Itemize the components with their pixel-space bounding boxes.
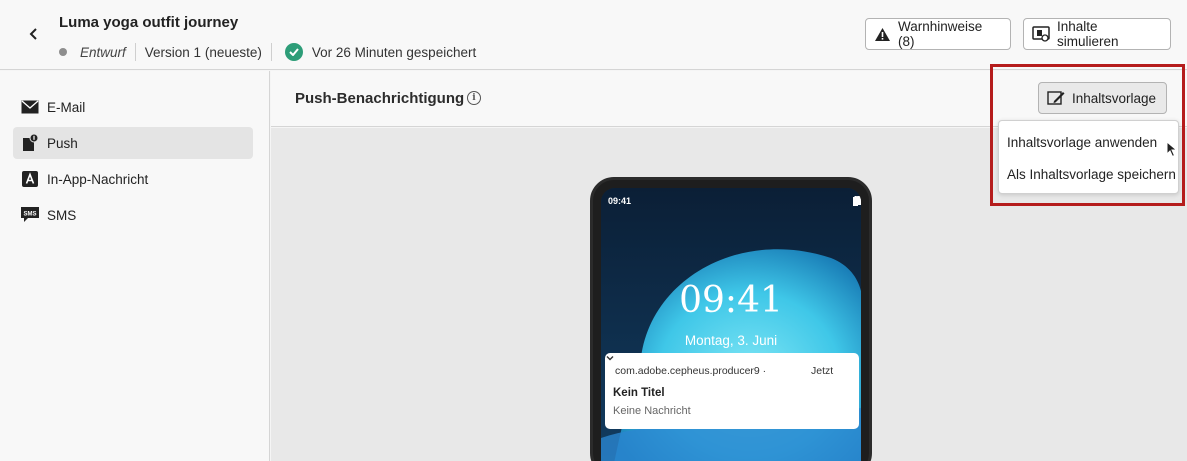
warnings-button[interactable]: Warnhinweise (8) [865,18,1011,50]
template-edit-icon [1047,90,1065,106]
sidebar-item-in-app[interactable]: In-App-Nachricht [13,163,253,195]
svg-text:SMS: SMS [23,212,36,218]
divider [134,43,136,61]
saved-text: Vor 26 Minuten gespeichert [311,44,477,60]
warnings-label: Warnhinweise (8) [898,19,983,49]
top-header: Luma yoga outfit journey Entwurf Version… [0,0,1187,70]
battery-icon [853,196,858,206]
sidebar-item-email[interactable]: E-Mail [13,91,253,123]
journey-meta: Entwurf Version 1 (neueste) Vor 26 Minut… [59,43,476,61]
mouse-cursor-icon [1166,141,1178,158]
lockscreen-clock: 09:41 [679,280,783,321]
lock-screen: 09:41 09:41 Montag, 3. Juni com.adobe.ce… [601,188,861,461]
sidebar-item-label: In-App-Nachricht [47,171,149,187]
channel-sidebar: E-Mail Push In-App-Nachricht SMS SMS [0,71,270,461]
push-notification-card[interactable]: com.adobe.cepheus.producer9 · Jetzt Kein… [605,353,859,429]
journey-title: Luma yoga outfit journey [59,14,239,31]
check-circle-icon [284,43,303,61]
push-icon [21,134,39,152]
status-dot [59,48,67,56]
back-button[interactable] [24,24,44,44]
notification-title: Kein Titel [613,387,665,399]
simulate-label: Inhalte simulieren [1057,19,1119,49]
phone-preview: 09:41 09:41 Montag, 3. Juni com.adobe.ce… [590,177,872,461]
template-menu: Inhaltsvorlage anwenden Als Inhaltsvorla… [998,120,1179,194]
template-label: Inhaltsvorlage [1072,90,1157,106]
menu-item-apply-template[interactable]: Inhaltsvorlage anwenden [1007,135,1157,150]
statusbar-time: 09:41 [608,196,632,206]
sidebar-item-label: Push [47,135,78,151]
lockscreen-date: Montag, 3. Juni [684,333,778,348]
sidebar-item-label: E-Mail [47,99,86,115]
simulate-icon [1032,26,1050,42]
version-text: Version 1 (neueste) [144,44,262,60]
sidebar-item-label: SMS [47,207,77,223]
in-app-icon [21,170,39,188]
page-title: Push-Benachrichtigung [295,90,465,107]
notification-time: Jetzt [811,365,834,377]
menu-item-save-template[interactable]: Als Inhaltsvorlage speichern [1007,167,1176,182]
mail-icon [21,98,39,116]
sidebar-item-sms[interactable]: SMS SMS [13,199,253,231]
notification-body: Keine Nachricht [613,405,691,417]
chevron-down-icon [606,356,614,361]
divider [270,43,272,61]
content-template-button[interactable]: Inhaltsvorlage [1038,82,1167,114]
notification-app: com.adobe.cepheus.producer9 · [615,365,767,377]
warning-icon [874,27,891,42]
info-icon[interactable]: i [467,91,481,105]
status-text: Entwurf [80,44,126,60]
chevron-left-icon [29,28,37,40]
simulate-content-button[interactable]: Inhalte simulieren [1023,18,1171,50]
sms-icon: SMS [21,206,39,224]
sidebar-item-push[interactable]: Push [13,127,253,159]
